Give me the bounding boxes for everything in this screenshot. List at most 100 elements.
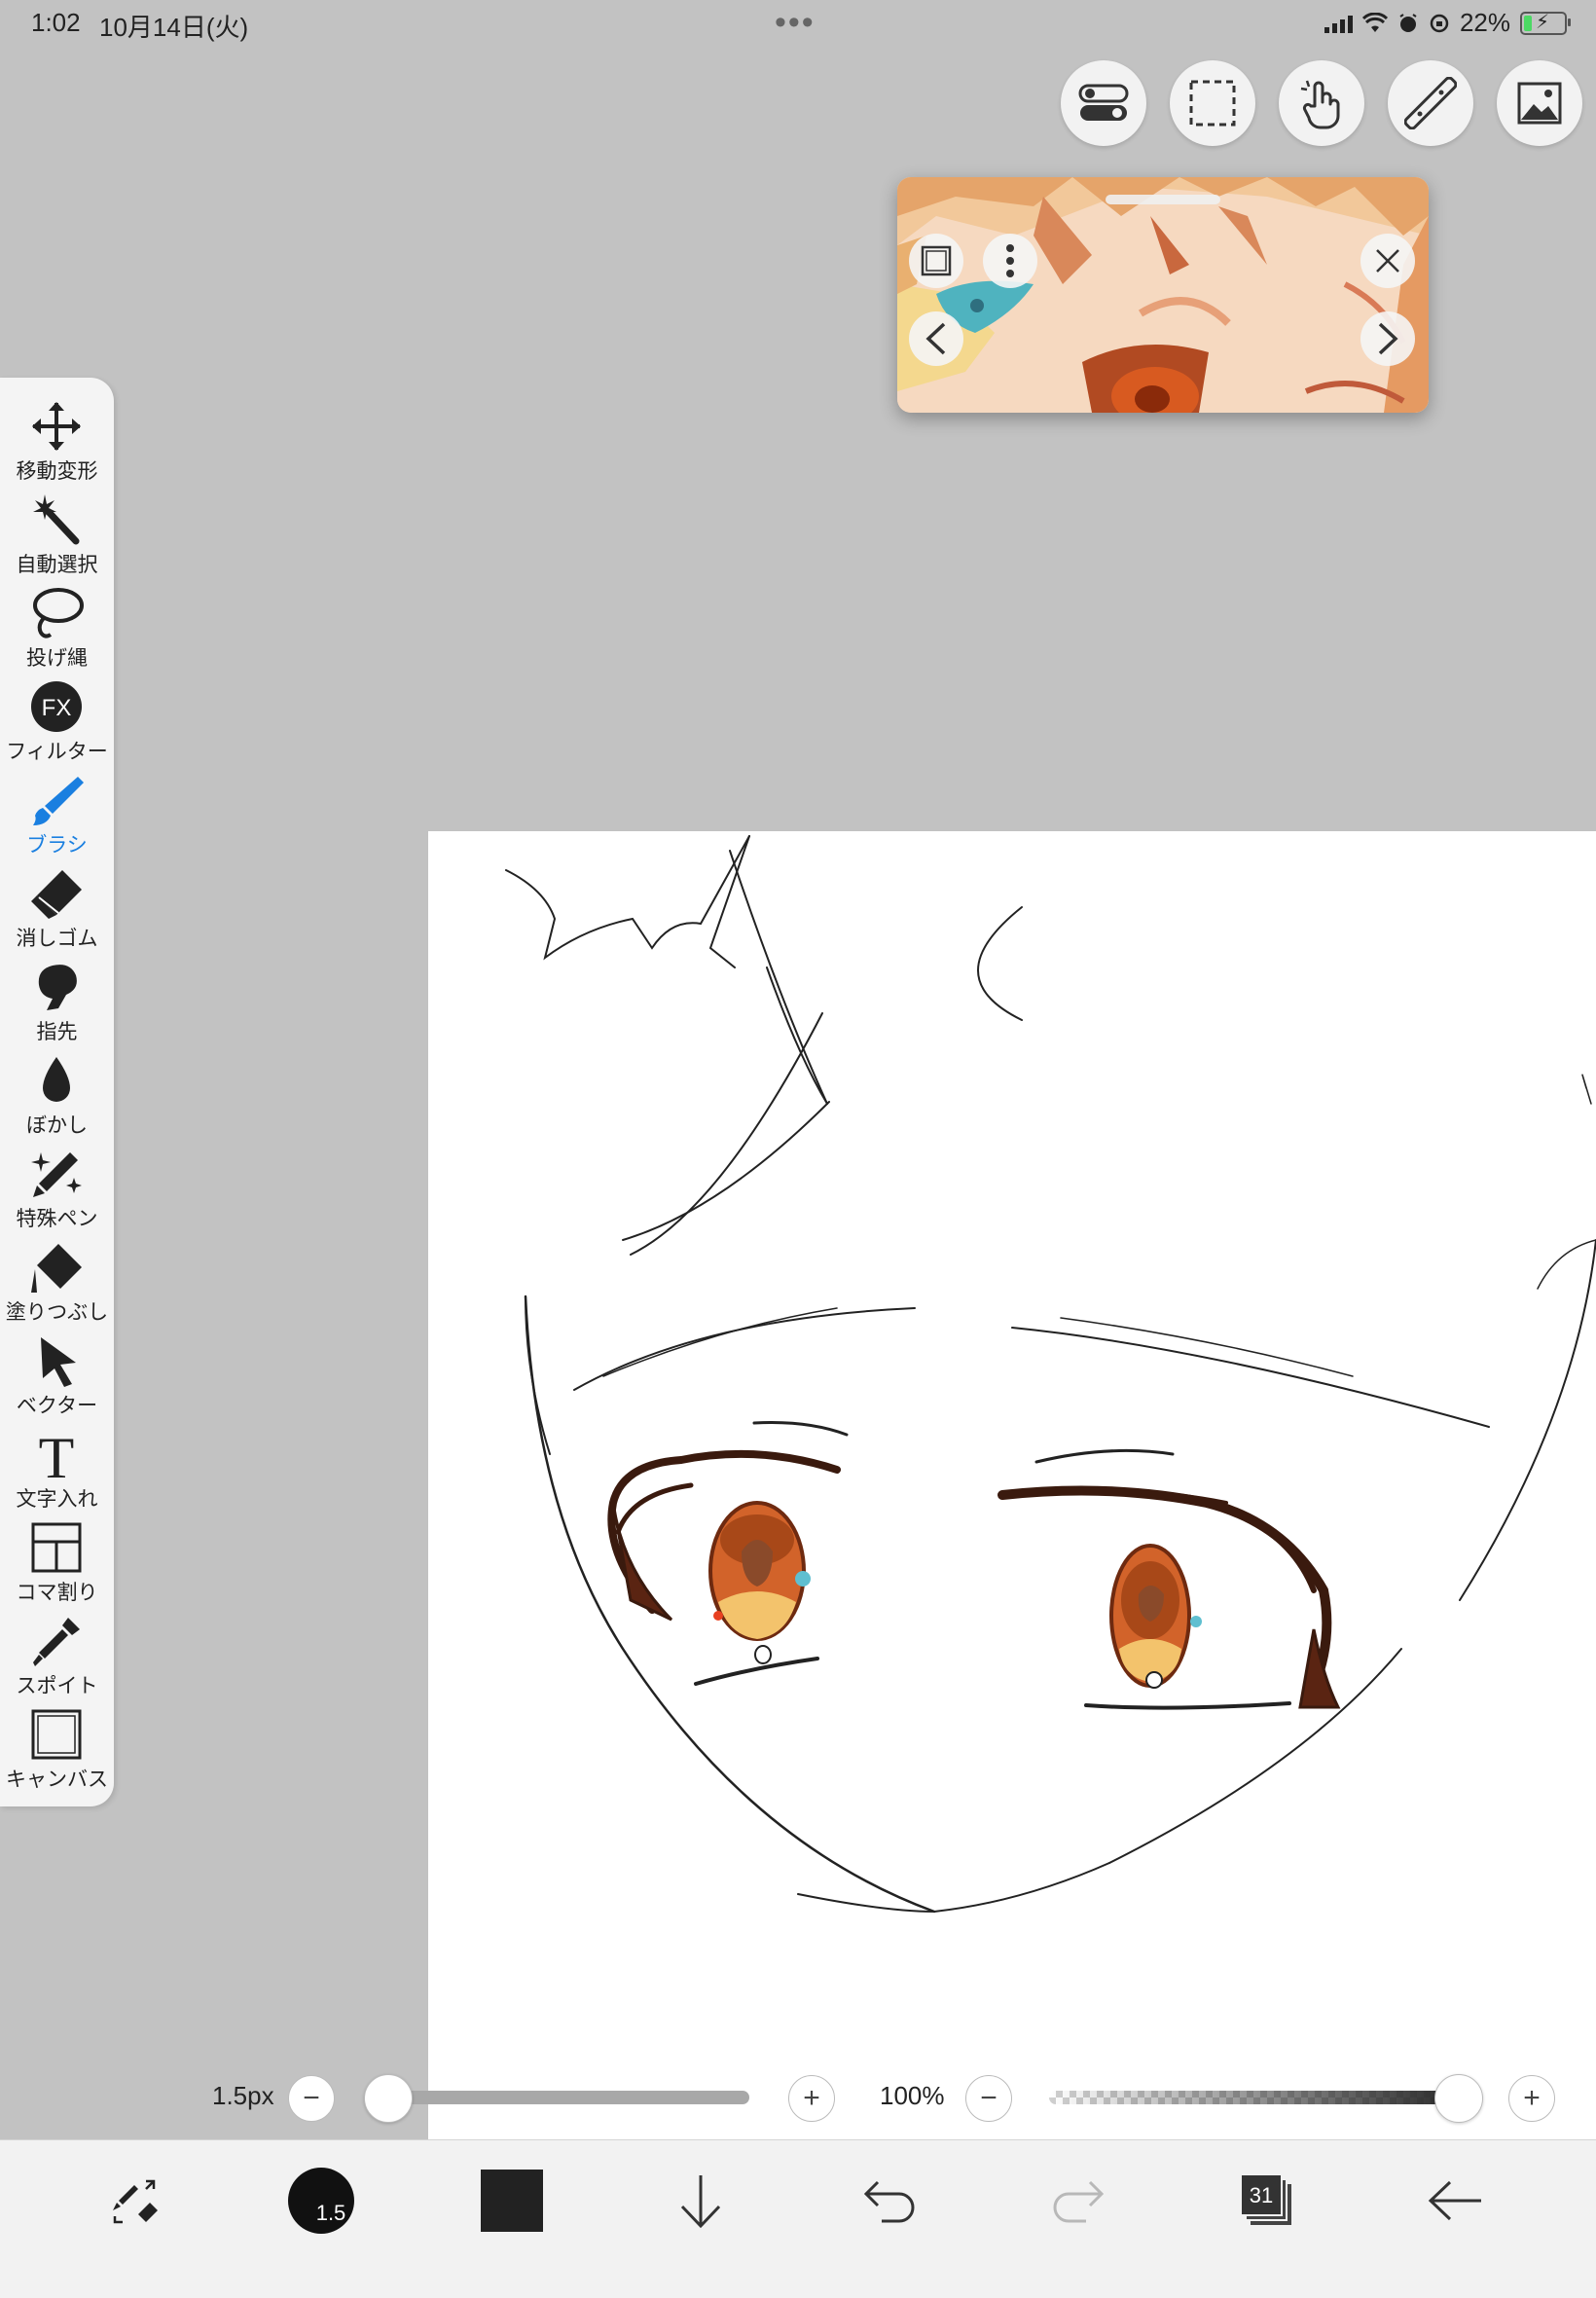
reference-drag-handle[interactable] <box>1106 195 1220 204</box>
reference-image <box>897 177 1429 413</box>
image-icon <box>1517 82 1562 125</box>
drawing-canvas[interactable] <box>428 831 1596 2139</box>
tool-canvas[interactable]: キャンバス <box>0 1707 114 1801</box>
back-icon <box>1428 2180 1481 2221</box>
status-date: 10月14日(火) <box>99 13 249 42</box>
orientation-lock-icon <box>1430 14 1449 32</box>
tool-label: 消しゴム <box>16 928 98 950</box>
color-button[interactable] <box>473 2162 551 2240</box>
plus-icon: + <box>1523 2082 1541 2114</box>
wifi-icon <box>1361 12 1388 32</box>
layers-icon: 31 <box>1240 2173 1291 2225</box>
tool-filter[interactable]: FX フィルター <box>0 679 114 773</box>
sparkle-pen-icon <box>31 1152 82 1197</box>
swap-tool-icon <box>113 2179 158 2224</box>
toggle-icon <box>1078 84 1129 121</box>
undo-icon <box>863 2180 915 2223</box>
tool-special-pen[interactable]: 特殊ペン <box>0 1147 114 1240</box>
svg-text:1.5: 1.5 <box>316 2201 346 2225</box>
tool-move[interactable]: 移動変形 <box>0 399 114 492</box>
brush-size-icon: 1.5 <box>288 2168 354 2234</box>
brush-size-slider[interactable] <box>368 2091 749 2104</box>
move-icon <box>32 402 81 451</box>
reference-window[interactable] <box>897 177 1429 413</box>
back-button[interactable] <box>1417 2162 1495 2240</box>
frame-divider-icon <box>31 1522 82 1573</box>
reference-image-button[interactable] <box>1497 60 1582 146</box>
bottom-toolbar: 1.5 31 <box>0 2139 1596 2298</box>
tool-label: 自動選択 <box>16 554 98 576</box>
minus-icon: − <box>980 2082 998 2114</box>
import-button[interactable] <box>662 2162 740 2240</box>
more-icon <box>1006 244 1014 277</box>
tool-sidebar: 移動変形 自動選択 投げ縄 FX フィルター ブラシ 消しゴム 指先 ぼかし 特… <box>0 378 114 1806</box>
magic-wand-icon <box>33 494 80 545</box>
finger-icon <box>38 965 77 1010</box>
tool-label: コマ割り <box>16 1582 98 1604</box>
touch-gesture-button[interactable] <box>1279 60 1364 146</box>
opacity-increase-button[interactable]: + <box>1508 2075 1555 2122</box>
selection-button[interactable] <box>1170 60 1255 146</box>
toggle-settings-button[interactable] <box>1061 60 1146 146</box>
tool-label: 特殊ペン <box>16 1208 98 1230</box>
brush-icon <box>33 777 84 825</box>
layers-button[interactable]: 31 <box>1228 2162 1306 2240</box>
tool-label: ベクター <box>16 1395 98 1417</box>
opacity-decrease-button[interactable]: − <box>965 2075 1012 2122</box>
reference-close-button[interactable] <box>1360 234 1415 288</box>
tool-vector[interactable]: ベクター <box>0 1333 114 1427</box>
svg-text:T: T <box>39 1427 75 1481</box>
opacity-slider-knob[interactable] <box>1434 2074 1483 2123</box>
minus-icon: − <box>303 2082 320 2114</box>
plus-icon: + <box>803 2082 820 2114</box>
canvas-icon <box>31 1709 82 1760</box>
close-icon <box>1376 249 1399 273</box>
brush-size-increase-button[interactable]: + <box>788 2075 835 2122</box>
fx-icon: FX <box>31 681 82 732</box>
redo-icon <box>1053 2180 1105 2223</box>
tool-brush[interactable]: ブラシ <box>0 773 114 866</box>
tool-frame-divider[interactable]: コマ割り <box>0 1520 114 1614</box>
tool-label: ぼかし <box>26 1114 88 1137</box>
selection-icon <box>1189 80 1236 127</box>
undo-button[interactable] <box>851 2162 928 2240</box>
artwork-sketch <box>505 835 1596 1914</box>
tool-fill[interactable]: 塗りつぶし <box>0 1240 114 1333</box>
tool-eraser[interactable]: 消しゴム <box>0 866 114 960</box>
tool-blur[interactable]: ぼかし <box>0 1053 114 1147</box>
reference-square-button[interactable] <box>909 234 963 288</box>
alarm-icon <box>1399 13 1417 32</box>
status-right: 22% ⚡ <box>1324 8 1571 38</box>
tool-lasso[interactable]: 投げ縄 <box>0 586 114 679</box>
multitask-dots-icon[interactable]: ••• <box>775 4 816 42</box>
tool-label: フィルター <box>6 741 108 763</box>
svg-text:31: 31 <box>1250 2183 1273 2207</box>
tool-smudge[interactable]: 指先 <box>0 960 114 1053</box>
ruler-icon <box>1404 77 1457 129</box>
reference-prev-button[interactable] <box>909 311 963 366</box>
reference-next-button[interactable] <box>1360 311 1415 366</box>
tool-label: スポイト <box>16 1675 98 1697</box>
next-icon <box>1378 322 1398 355</box>
tool-label: 塗りつぶし <box>5 1301 109 1324</box>
tool-label: 指先 <box>36 1021 78 1043</box>
opacity-slider[interactable] <box>1049 2091 1462 2104</box>
tool-label: キャンバス <box>6 1769 108 1791</box>
tool-auto-select[interactable]: 自動選択 <box>0 492 114 586</box>
tool-eyedropper[interactable]: スポイト <box>0 1614 114 1707</box>
battery-percent: 22% <box>1459 8 1510 37</box>
brush-size-slider-knob[interactable] <box>364 2074 413 2123</box>
color-swatch-icon <box>481 2170 543 2232</box>
import-down-icon <box>680 2175 721 2229</box>
redo-button[interactable] <box>1039 2162 1117 2240</box>
brush-size-decrease-button[interactable]: − <box>288 2075 335 2122</box>
swap-tool-button[interactable] <box>95 2162 173 2240</box>
ruler-button[interactable] <box>1388 60 1473 146</box>
tool-label: ブラシ <box>26 834 88 857</box>
lasso-icon <box>33 588 84 638</box>
tool-label: 投げ縄 <box>26 647 88 670</box>
brush-size-preview-button[interactable]: 1.5 <box>282 2162 360 2240</box>
status-time: 1:02 <box>31 8 81 37</box>
tool-text[interactable]: T 文字入れ <box>0 1427 114 1520</box>
reference-more-button[interactable] <box>983 234 1037 288</box>
